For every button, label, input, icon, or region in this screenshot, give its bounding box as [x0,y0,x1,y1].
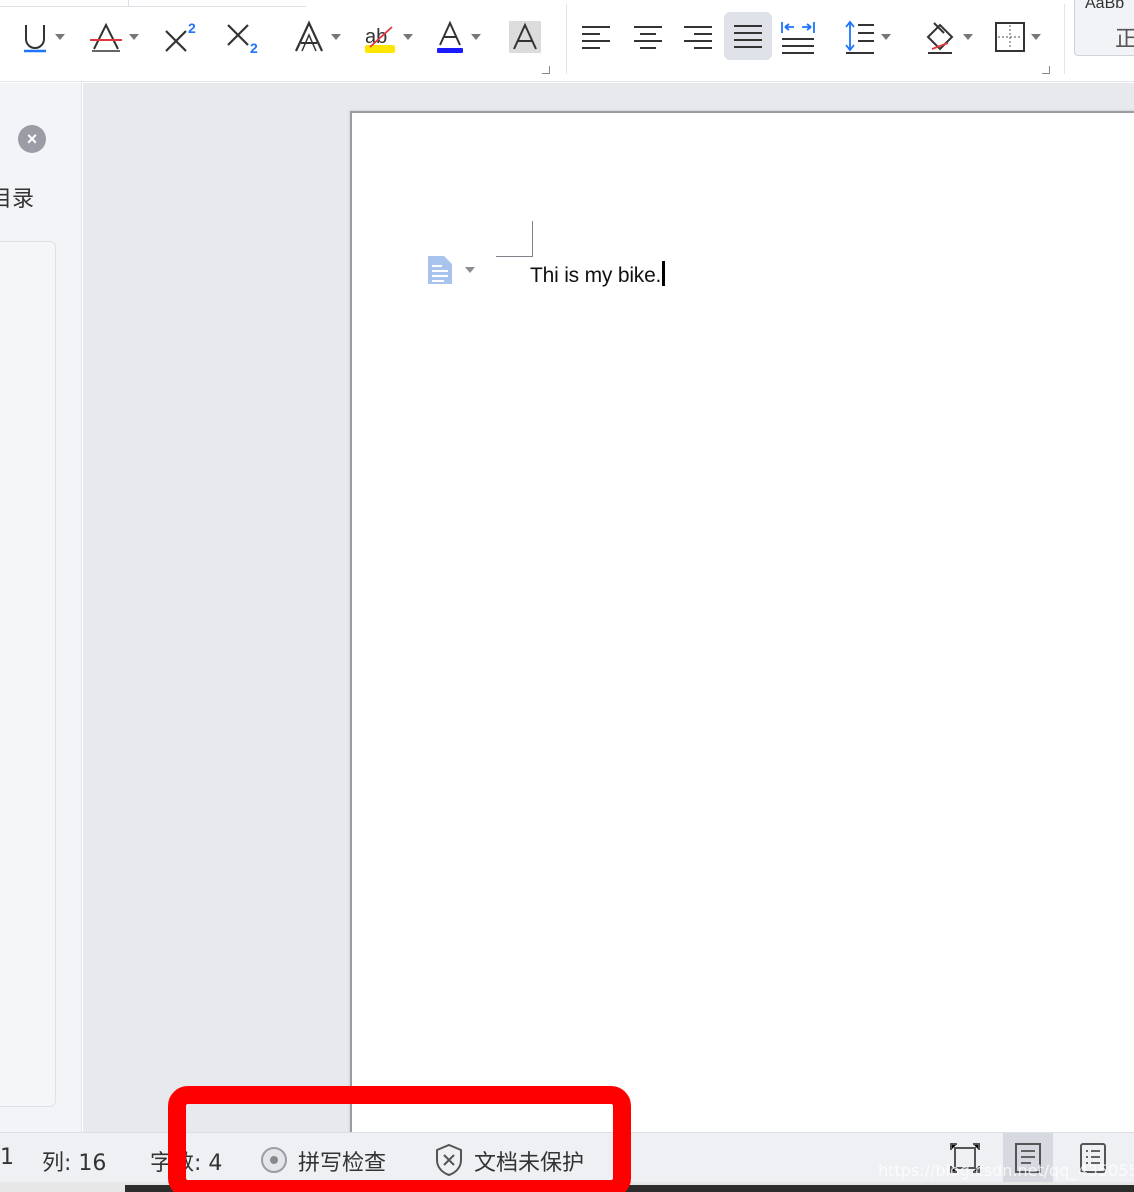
svg-text:2: 2 [250,40,258,55]
line-number: 1 [0,1145,14,1170]
chevron-down-icon [465,267,475,273]
superscript-button[interactable]: 2 [162,14,200,60]
font-dialog-launcher[interactable] [542,66,550,74]
shading-button[interactable] [922,14,974,60]
style-sample-text: AaBb [1085,0,1125,12]
line-spacing-button[interactable] [842,14,892,60]
margin-corner-mark [496,221,533,257]
ribbon-separator [566,4,567,74]
strikethrough-icon [90,22,122,52]
paragraph-handle[interactable] [426,254,476,286]
document-page[interactable]: Thi is my bike. [350,111,1134,1141]
svg-text:ab: ab [365,26,387,48]
font-color-button[interactable] [434,14,482,60]
underline-button[interactable] [20,14,66,60]
char-shading-icon [509,21,541,53]
annotation-highlight-box [168,1086,631,1192]
chevron-down-icon[interactable] [54,31,66,43]
toc-list[interactable] [0,241,56,1107]
document-text: Thi is my bike. [530,264,662,287]
paragraph-layout-icon [428,256,452,284]
style-name: 正 [1115,26,1134,51]
line-spacing-icon [845,20,874,54]
chevron-down-icon[interactable] [880,31,892,43]
justify-icon [734,25,762,48]
ribbon-toolbar: 2 2 ab AaBb 正 [0,0,1134,82]
superscript-icon: 2 [165,20,196,52]
font-color-icon [437,20,463,53]
underline-icon [24,25,46,53]
chevron-down-icon[interactable] [402,31,414,43]
text-caret [662,261,666,286]
align-center-button[interactable] [632,14,664,60]
chevron-down-icon[interactable] [1030,31,1042,43]
paragraph-dialog-launcher[interactable] [1042,66,1050,74]
close-circle-icon[interactable]: × [18,125,46,153]
column-indicator: 列: 16 [42,1151,107,1176]
paint-bucket-icon [926,22,954,54]
highlight-button[interactable]: ab [362,14,414,60]
align-center-icon [634,26,662,49]
ribbon-separator [1064,4,1065,74]
borders-icon [995,22,1025,52]
chevron-down-icon[interactable] [962,31,974,43]
chevron-down-icon[interactable] [470,31,482,43]
borders-button[interactable] [994,14,1042,60]
subscript-icon: 2 [227,24,258,55]
distributed-icon [781,22,815,54]
svg-text:2: 2 [188,20,196,36]
align-right-button[interactable] [682,14,714,60]
highlight-icon: ab [365,26,395,53]
toc-tab-label[interactable]: 目录 [0,181,34,213]
watermark-text: https://blog.csdn.net/qq_43505537 [878,1161,1134,1180]
text-effect-button[interactable] [292,14,342,60]
document-paragraph[interactable]: Thi is my bike. [530,261,666,288]
align-right-icon [684,26,712,49]
chevron-down-icon[interactable] [330,31,342,43]
char-shading-button[interactable] [508,14,542,60]
navigation-panel: × 目录 [0,83,82,1132]
strikethrough-button[interactable] [88,14,140,60]
justify-button[interactable] [724,12,772,60]
align-left-icon [582,26,610,49]
subscript-button[interactable]: 2 [224,14,262,60]
style-gallery-item[interactable]: AaBb 正 [1074,0,1134,56]
distributed-button[interactable] [780,14,816,60]
text-effect-icon [295,20,323,52]
align-left-button[interactable] [580,14,612,60]
chevron-down-icon[interactable] [128,31,140,43]
ribbon-tab-strip [0,0,306,7]
